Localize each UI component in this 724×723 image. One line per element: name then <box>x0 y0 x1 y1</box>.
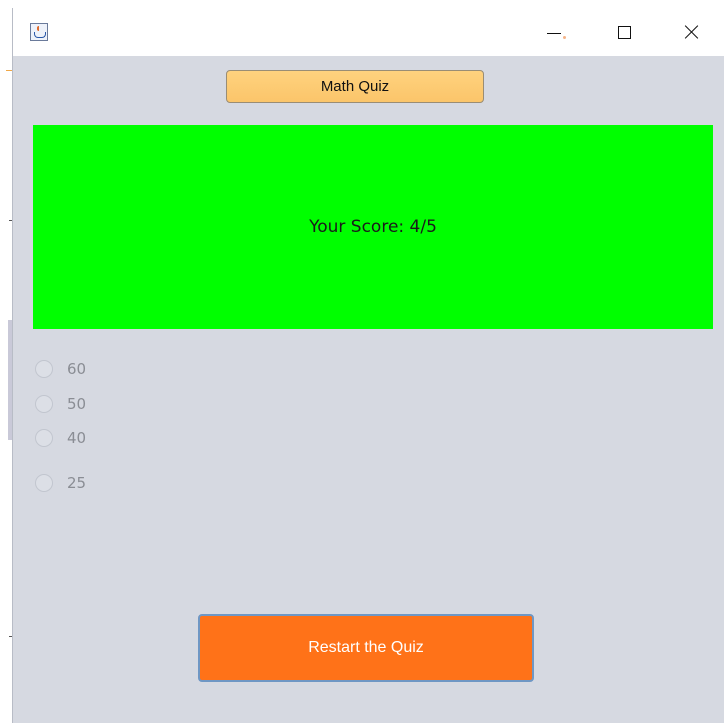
answer-option-label: 50 <box>67 395 87 413</box>
close-button[interactable] <box>669 8 715 56</box>
answer-option-label: 40 <box>67 429 87 447</box>
java-cup-body <box>34 32 46 38</box>
minimize-icon <box>547 32 561 34</box>
java-cup-icon[interactable] <box>30 23 48 41</box>
quiz-window: Math Quiz Your Score: 4/5 60 50 40 25 Re… <box>12 8 724 723</box>
answer-option[interactable]: 60 <box>35 357 86 381</box>
radio-button[interactable] <box>35 474 53 492</box>
score-text: Your Score: 4/5 <box>309 217 437 237</box>
answer-option[interactable]: 25 <box>35 471 86 495</box>
radio-button[interactable] <box>35 395 53 413</box>
maximize-icon <box>617 25 631 39</box>
answer-option[interactable]: 50 <box>35 392 86 416</box>
java-cup-steam <box>37 26 42 31</box>
answer-option-label: 25 <box>67 474 87 492</box>
math-quiz-title-button[interactable]: Math Quiz <box>226 70 484 103</box>
answer-option-label: 60 <box>67 360 87 378</box>
maximize-button[interactable] <box>601 8 647 56</box>
close-icon <box>685 25 699 39</box>
answer-option[interactable]: 40 <box>35 426 86 450</box>
cursor-dot <box>563 36 566 39</box>
title-bar[interactable] <box>13 8 724 56</box>
radio-button[interactable] <box>35 429 53 447</box>
background-desktop-left <box>0 0 12 723</box>
minimize-button[interactable] <box>531 8 577 56</box>
restart-quiz-button[interactable]: Restart the Quiz <box>198 614 534 682</box>
score-panel: Your Score: 4/5 <box>33 125 713 329</box>
radio-button[interactable] <box>35 360 53 378</box>
